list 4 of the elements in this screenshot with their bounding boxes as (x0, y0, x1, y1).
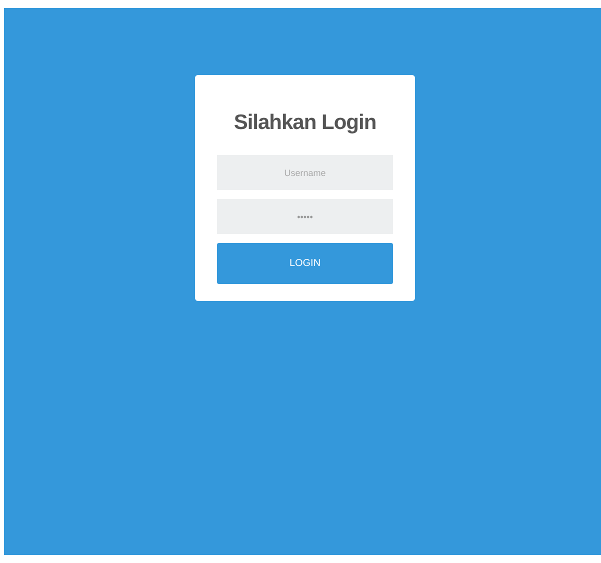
login-button[interactable]: LOGIN (217, 243, 393, 284)
password-field[interactable]: ••••• (217, 199, 393, 234)
username-field[interactable]: Username (217, 155, 393, 190)
login-title: Silahkan Login (232, 111, 378, 135)
